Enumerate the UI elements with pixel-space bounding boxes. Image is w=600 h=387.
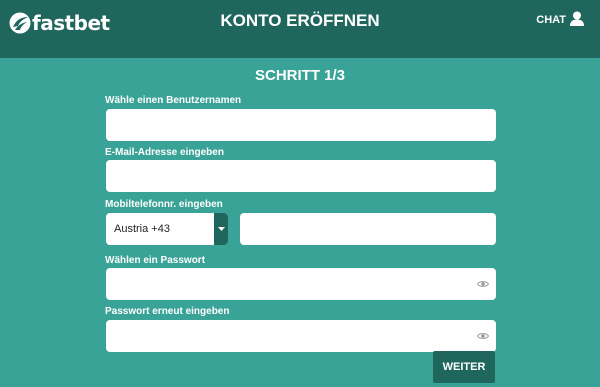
weiter-button[interactable]: WEITER (433, 351, 495, 383)
page-title: KONTO ERÖFFNEN (220, 11, 380, 30)
phone-number-input[interactable] (240, 213, 496, 245)
eye-icon[interactable] (477, 280, 489, 288)
caret-down-icon (217, 227, 225, 231)
email-input[interactable] (106, 160, 496, 192)
password-confirm-input[interactable] (106, 320, 496, 352)
chat-label: CHAT (536, 14, 566, 26)
password-label: Wählen ein Passwort (105, 255, 206, 266)
username-input[interactable] (106, 109, 496, 141)
country-code-value: Austria +43 (114, 223, 170, 235)
phone-label: Mobiltelefonnr. eingeben (105, 199, 223, 210)
user-icon (570, 11, 584, 26)
password-input[interactable] (106, 268, 496, 300)
chat-button[interactable]: CHAT (536, 11, 584, 26)
password-confirm-label: Passwort erneut eingeben (105, 306, 230, 317)
dropdown-toggle[interactable] (214, 213, 228, 245)
email-label: E-Mail-Adresse eingeben (105, 147, 224, 158)
country-code-select[interactable]: Austria +43 (106, 213, 228, 245)
top-bar: fastbet KONTO ERÖFFNEN CHAT (0, 0, 600, 58)
eye-icon[interactable] (477, 332, 489, 340)
step-title: SCHRITT 1/3 (254, 67, 345, 84)
username-label: Wähle einen Benutzernamen (105, 95, 242, 106)
